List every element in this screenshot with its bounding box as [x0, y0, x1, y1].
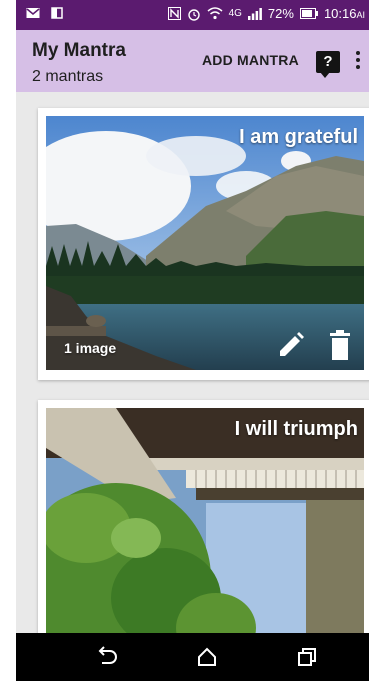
- help-button[interactable]: ?: [316, 51, 340, 78]
- mantra-title: I will triumph: [234, 418, 358, 440]
- delete-icon[interactable]: [328, 330, 352, 360]
- network-label: 4G: [228, 8, 242, 19]
- status-bar: 4G 72% 10:16AI: [16, 0, 369, 30]
- porch-tree-photo: [46, 408, 364, 662]
- cast-icon: [51, 7, 63, 19]
- alarm-icon: [187, 8, 200, 21]
- app-bar: My Mantra 2 mantras ADD MANTRA ?: [16, 30, 369, 92]
- clock: 10:16AI: [323, 6, 365, 21]
- lake-mountain-photo: [46, 116, 364, 370]
- signal-icon: [247, 7, 262, 20]
- wifi-icon: [207, 7, 223, 20]
- help-icon: ?: [323, 53, 333, 70]
- nfc-icon: [167, 7, 181, 20]
- mantra-image[interactable]: I will triumph: [46, 408, 364, 662]
- battery-icon: [299, 8, 318, 19]
- mantra-card[interactable]: I will triumph: [38, 400, 369, 672]
- navigation-bar: [16, 633, 369, 681]
- app-title: My Mantra: [32, 40, 126, 61]
- image-count: 1 image: [64, 340, 117, 356]
- mantra-card[interactable]: I am grateful 1 image: [38, 108, 369, 380]
- home-icon[interactable]: [194, 645, 220, 669]
- recent-apps-icon[interactable]: [294, 645, 320, 669]
- app-screen: 4G 72% 10:16AI My Mantra 2 mantras ADD M…: [16, 0, 369, 681]
- more-options-icon[interactable]: [354, 48, 362, 74]
- mail-icon: [26, 8, 40, 18]
- edit-icon[interactable]: [276, 330, 306, 360]
- battery-percent: 72%: [267, 6, 294, 21]
- add-mantra-button[interactable]: ADD MANTRA: [202, 52, 299, 68]
- back-icon[interactable]: [94, 645, 120, 669]
- mantra-image[interactable]: I am grateful 1 image: [46, 116, 364, 370]
- mantra-title: I am grateful: [239, 126, 358, 148]
- mantra-count: 2 mantras: [32, 68, 104, 85]
